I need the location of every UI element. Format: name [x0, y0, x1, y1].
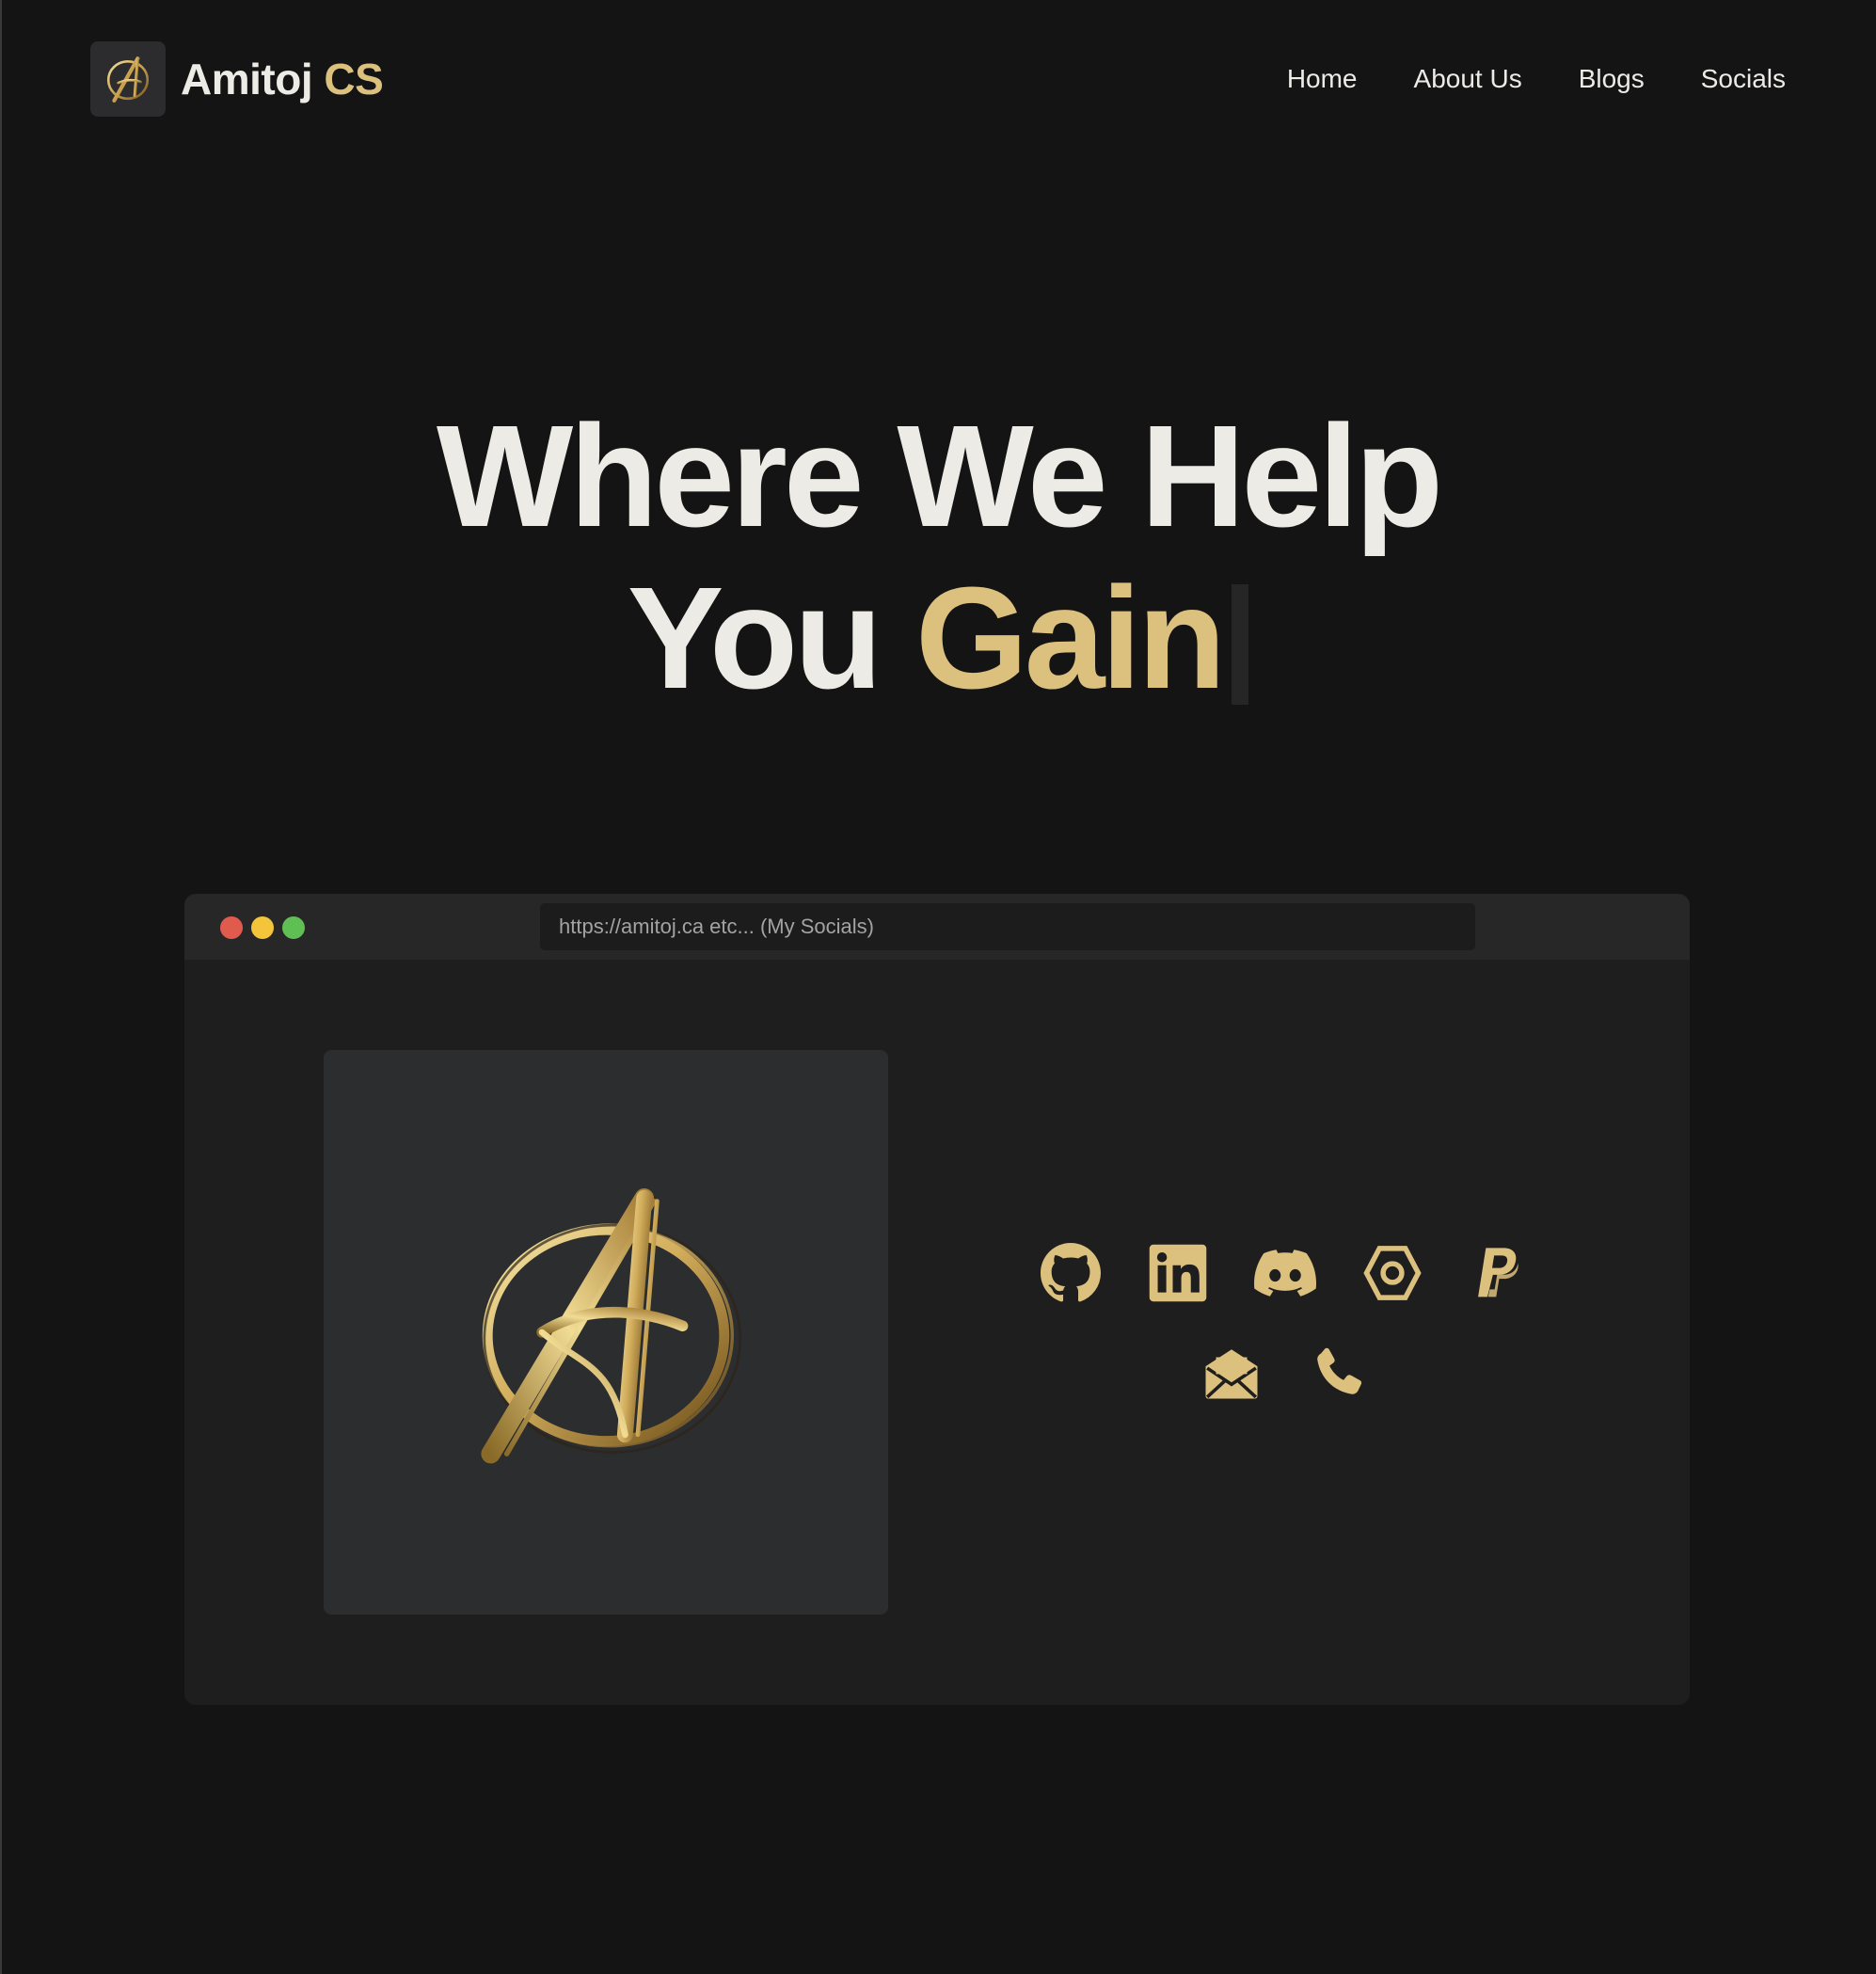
typing-cursor	[1232, 584, 1249, 705]
socials-row-1	[994, 1242, 1577, 1304]
hero-line-2: You Gain	[0, 557, 1876, 719]
hero-typed-word: Gain	[914, 557, 1226, 719]
brand[interactable]: Amitoj CS	[90, 41, 384, 117]
mail-icon[interactable]	[1200, 1342, 1263, 1404]
socials-row-2	[994, 1342, 1577, 1404]
brand-logo[interactable]	[90, 41, 166, 117]
amitoj-monogram-a-icon	[481, 1188, 742, 1464]
nav-home-link[interactable]: Home	[1287, 64, 1358, 94]
close-dot[interactable]	[220, 916, 243, 939]
nav-blogs-link[interactable]: Blogs	[1579, 64, 1645, 94]
logo-card	[324, 1050, 888, 1615]
nav-about-us-link[interactable]: About Us	[1414, 64, 1522, 94]
main-nav: Home About Us Blogs Socials	[1287, 64, 1786, 94]
hero-heading: Where We Help You Gain	[0, 395, 1876, 719]
socials-panel	[994, 1242, 1577, 1441]
hero-line-2-plain: You	[627, 557, 882, 719]
discord-icon[interactable]	[1254, 1242, 1316, 1304]
address-bar[interactable]: https://amitoj.ca etc... (My Socials)	[540, 903, 1475, 950]
site-header: Amitoj CS Home About Us Blogs Socials	[90, 41, 1786, 117]
browser-window: https://amitoj.ca etc... (My Socials)	[184, 894, 1690, 1705]
window-controls	[220, 916, 305, 939]
nav-socials-link[interactable]: Socials	[1701, 64, 1786, 94]
maximize-dot[interactable]	[282, 916, 305, 939]
brand-name[interactable]: Amitoj CS	[181, 54, 384, 104]
paypal-icon[interactable]	[1469, 1242, 1531, 1304]
minimize-dot[interactable]	[251, 916, 274, 939]
phone-icon[interactable]	[1308, 1342, 1370, 1404]
amitoj-monogram-a-icon	[106, 56, 150, 103]
hexagon-icon[interactable]	[1361, 1242, 1423, 1304]
browser-title-bar: https://amitoj.ca etc... (My Socials)	[184, 894, 1690, 960]
window-edge	[0, 0, 2, 1974]
github-icon[interactable]	[1040, 1242, 1102, 1304]
linkedin-icon[interactable]	[1147, 1242, 1209, 1304]
hero-line-1: Where We Help	[436, 395, 1443, 557]
brand-name-first: Amitoj	[181, 55, 313, 103]
brand-name-accent: CS	[324, 55, 384, 103]
